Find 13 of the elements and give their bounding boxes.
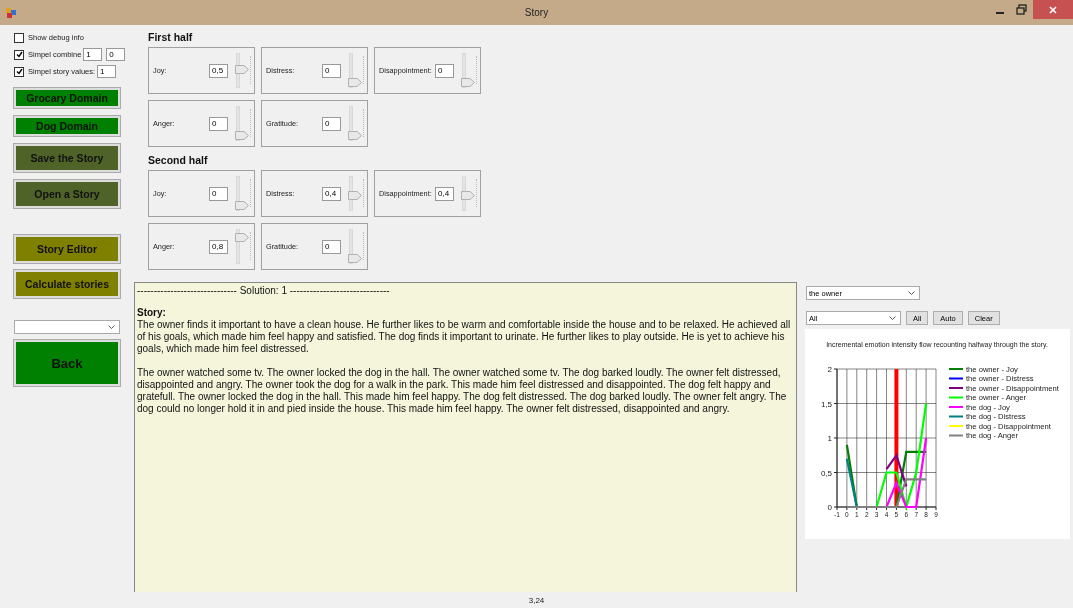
y-tick-label: 0 bbox=[827, 503, 832, 512]
story-heading: Story: bbox=[137, 307, 167, 319]
section-title: Second half bbox=[148, 154, 209, 166]
section-title: First half bbox=[148, 31, 194, 43]
status-text: 3,24 bbox=[527, 594, 546, 607]
solution-separator: ------------------------------ Solution: 1 ------------------------------ bbox=[137, 285, 391, 297]
y-tick-label: 1,5 bbox=[820, 399, 832, 409]
window-title: Story bbox=[524, 7, 549, 18]
story-paragraph: The owner finds it important to have a clean house. He further likes to be warm and comfortable inside the house and to be relaxed. He achieved all of his goals, which made him feel happy and satisfied. The dog finds it important to urinate. He further likes to play outside. He is yet to achieve his goals, which made him feel distressed. bbox=[137, 319, 792, 355]
y-tick-label: 1 bbox=[827, 434, 832, 443]
y-tick-label: 2 bbox=[827, 365, 832, 374]
story-paragraph: The owner watched some tv. The owner locked the dog in the hall. The owner watched some tv. The dog barked loudly. The owner felt distressed, disappointed and angry. The owner took the dog for a walk in the park. This made him feel distressed and disappointed. The dog felt happy and gratefull. The owner locked the dog in the hall. This made him feel happy. The dog felt distressed. The dog barked loudly. The owner felt angry. The dog could no longer hold it in and pied inside the house. This made him feel happy. The owner felt distressed, disappointed and angry. bbox=[137, 367, 788, 415]
y-tick-label: 0,5 bbox=[820, 468, 832, 478]
